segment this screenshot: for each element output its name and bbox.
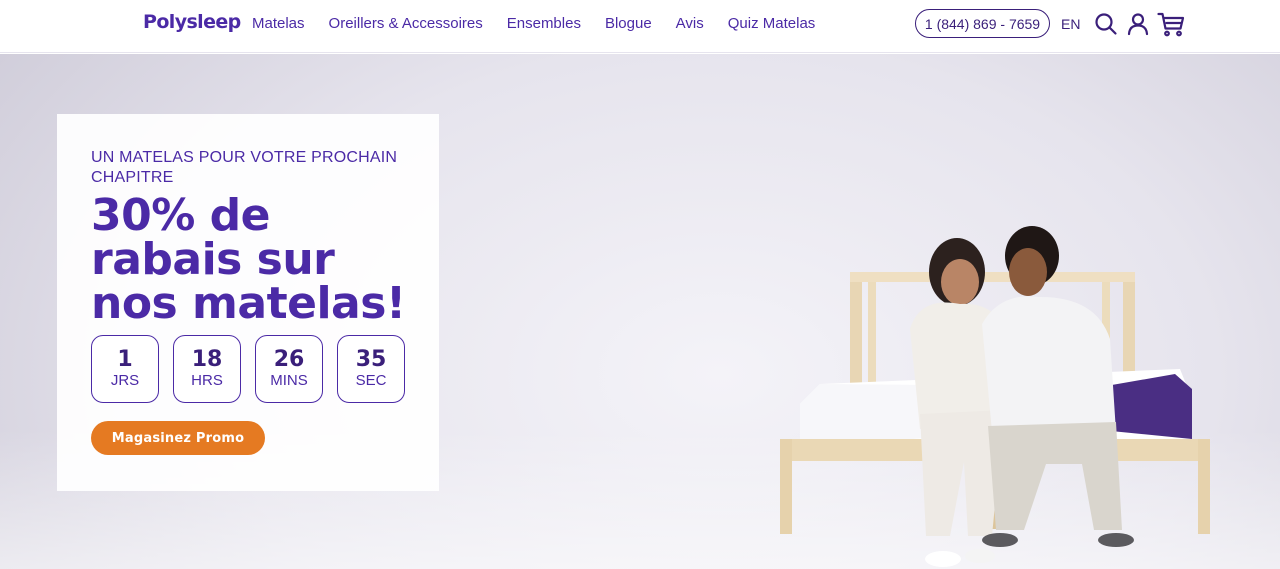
site-header: Polysleep Matelas Oreillers & Accessoire… [0, 0, 1280, 53]
couple-on-bed-image [780, 226, 1210, 567]
countdown-value: 35 [355, 347, 387, 372]
shop-promo-button[interactable]: Magasinez Promo [91, 421, 265, 455]
brand-logo[interactable]: Polysleep [143, 11, 241, 33]
countdown-hours: 18 HRS [173, 335, 241, 403]
cart-icon[interactable] [1157, 11, 1185, 37]
nav-item-ensembles[interactable]: Ensembles [507, 15, 581, 32]
countdown-unit: SEC [355, 372, 387, 389]
countdown-unit: JRS [110, 372, 140, 389]
countdown-value: 1 [117, 347, 133, 372]
promo-card: UN MATELAS POUR VOTRE PROCHAIN CHAPITRE … [57, 114, 439, 491]
phone-button[interactable]: 1 (844) 869 - 7659 [915, 9, 1050, 38]
promo-headline: 30% de rabais sur nos matelas! [91, 190, 406, 329]
nav-item-oreillers-accessoires[interactable]: Oreillers & Accessoires [329, 15, 483, 32]
hero-banner: UN MATELAS POUR VOTRE PROCHAIN CHAPITRE … [0, 54, 1280, 569]
nav-item-avis[interactable]: Avis [676, 15, 704, 32]
nav-item-blogue[interactable]: Blogue [605, 15, 652, 32]
countdown-days: 1 JRS [91, 335, 159, 403]
promo-eyebrow: UN MATELAS POUR VOTRE PROCHAIN CHAPITRE [91, 149, 398, 186]
countdown-minutes: 26 MINS [255, 335, 323, 403]
language-toggle[interactable]: EN [1061, 16, 1080, 32]
countdown-value: 26 [273, 347, 305, 372]
account-icon[interactable] [1125, 11, 1151, 37]
countdown-value: 18 [191, 347, 223, 372]
nav-item-matelas[interactable]: Matelas [252, 15, 305, 32]
countdown-seconds: 35 SEC [337, 335, 405, 403]
countdown-unit: HRS [191, 372, 223, 389]
countdown-unit: MINS [270, 372, 308, 389]
search-icon[interactable] [1093, 11, 1119, 37]
countdown-timer: 1 JRS 18 HRS 26 MINS 35 SEC [91, 335, 419, 403]
nav-item-quiz-matelas[interactable]: Quiz Matelas [728, 15, 816, 32]
main-nav: Matelas Oreillers & Accessoires Ensemble… [252, 15, 839, 32]
